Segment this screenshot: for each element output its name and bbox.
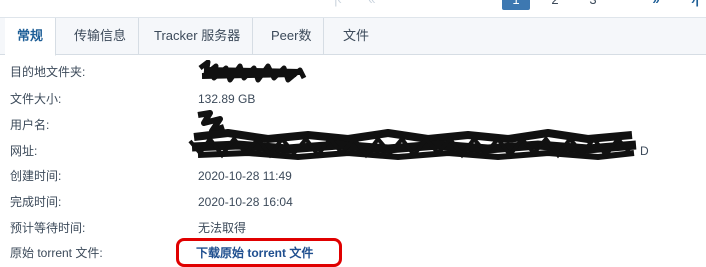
- completed-row: 完成时间: 2020-10-28 16:04: [0, 192, 706, 212]
- torrent-row: 原始 torrent 文件: 下载原始 torrent 文件: [0, 238, 706, 267]
- next-page-icon[interactable]: »: [644, 0, 668, 10]
- completed-value: 2020-10-28 16:04: [198, 195, 293, 209]
- size-row: 文件大小: 132.89 GB: [0, 89, 706, 109]
- redacted-destination: [198, 60, 307, 83]
- tab-transfer[interactable]: 传输信息: [62, 18, 140, 55]
- previous-page-icon[interactable]: «: [360, 0, 384, 10]
- completed-label: 完成时间:: [10, 195, 62, 209]
- last-page-icon[interactable]: ›|: [686, 0, 704, 10]
- eta-label: 预计等待时间:: [10, 221, 86, 235]
- destination-row: 目的地文件夹:: [0, 60, 706, 83]
- tab-tracker[interactable]: Tracker 服务器: [142, 18, 254, 55]
- tab-general[interactable]: 常规: [5, 18, 57, 56]
- destination-label: 目的地文件夹:: [10, 65, 86, 79]
- download-torrent-link[interactable]: 下载原始 torrent 文件: [196, 243, 313, 263]
- eta-value: 无法取得: [198, 221, 247, 235]
- size-label: 文件大小:: [10, 92, 62, 106]
- username-label: 用户名:: [10, 118, 50, 132]
- created-value: 2020-10-28 11:49: [198, 169, 292, 183]
- url-visible-tail: D: [640, 144, 649, 158]
- page-button-2[interactable]: 2: [541, 0, 569, 10]
- eta-row: 预计等待时间: 无法取得: [0, 218, 706, 238]
- page-button-3[interactable]: 3: [579, 0, 607, 10]
- tab-bar: 常规 传输信息 Tracker 服务器 Peer数 文件: [0, 17, 706, 56]
- created-row: 创建时间: 2020-10-28 11:49: [0, 166, 706, 186]
- pagination: |‹ « 1 2 3 » ›|: [0, 0, 706, 12]
- redacted-url: [188, 129, 637, 161]
- page-button-1[interactable]: 1: [502, 0, 530, 10]
- url-row: 网址: D: [0, 129, 706, 161]
- torrent-label: 原始 torrent 文件:: [10, 246, 103, 260]
- created-label: 创建时间:: [10, 169, 62, 183]
- tab-files[interactable]: 文件: [331, 18, 381, 55]
- url-label: 网址:: [10, 144, 38, 158]
- size-value: 132.89 GB: [198, 92, 256, 106]
- tab-peers[interactable]: Peer数: [259, 18, 325, 55]
- first-page-icon[interactable]: |‹: [330, 0, 346, 10]
